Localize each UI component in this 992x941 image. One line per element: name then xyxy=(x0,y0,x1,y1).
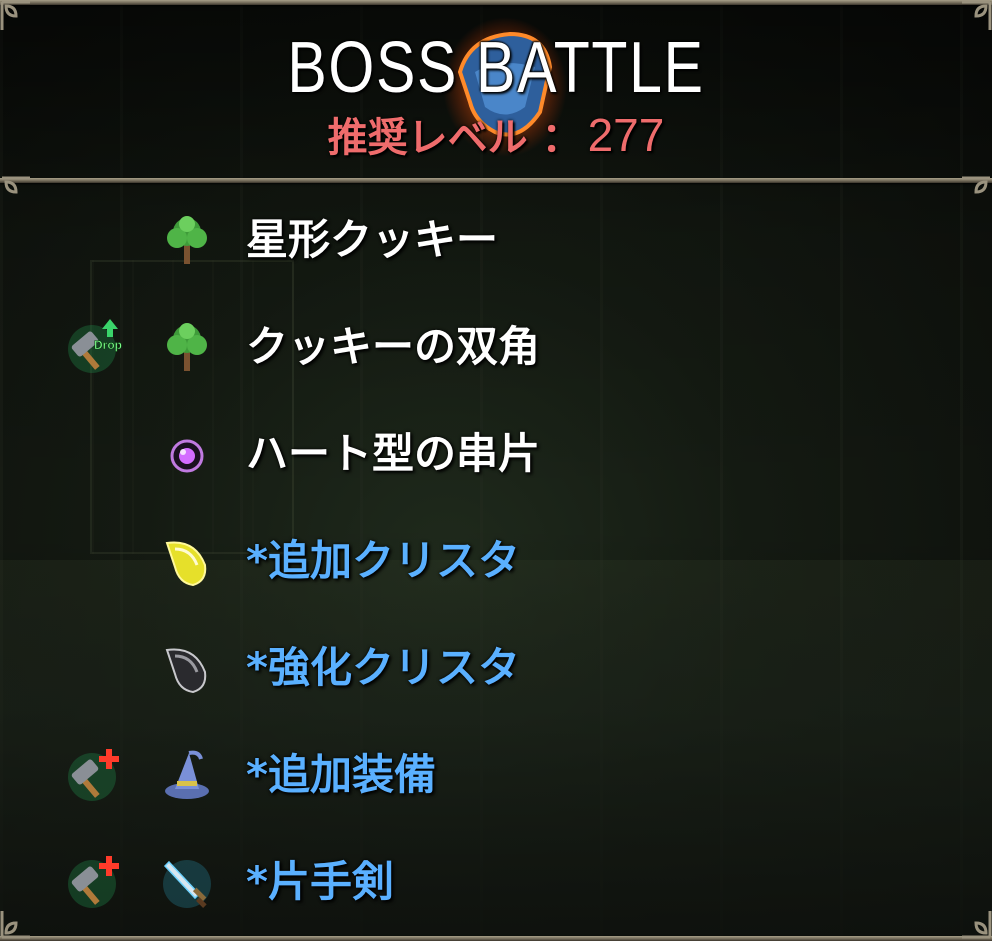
frame-divider xyxy=(0,178,992,183)
gray-crystal-icon xyxy=(155,636,219,700)
drop-item[interactable]: *片手剣 xyxy=(0,832,992,932)
yellow-crystal-icon xyxy=(155,529,219,593)
drop-item[interactable]: *強化クリスタ xyxy=(0,618,992,718)
sword-icon xyxy=(155,850,219,914)
recommended-level: 推奨レベル ： 277 xyxy=(0,112,992,158)
drop-item-name: ハート型の串片 xyxy=(246,429,541,478)
smith-plus-hammer-icon xyxy=(62,850,126,914)
drop-item-name: 星形クッキー xyxy=(246,215,499,264)
purple-orb-icon xyxy=(155,422,219,486)
tree-icon xyxy=(155,315,219,379)
drop-item-name: *追加クリスタ xyxy=(246,536,520,585)
drop-item[interactable]: 星形クッキー xyxy=(0,190,992,290)
drop-item[interactable]: *追加装備 xyxy=(0,725,992,825)
recommended-level-label: 推奨レベル ： xyxy=(327,115,582,161)
smith-plus-hammer-icon xyxy=(62,743,126,807)
drop-item-name: クッキーの双角 xyxy=(246,322,541,371)
tree-icon xyxy=(155,208,219,272)
recommended-level-value: 277 xyxy=(587,109,665,161)
drop-item[interactable]: *追加クリスタ xyxy=(0,511,992,611)
drop-item[interactable]: ハート型の串片 xyxy=(0,404,992,504)
drop-item-name: *片手剣 xyxy=(246,857,394,906)
drop-item-name: *強化クリスタ xyxy=(246,643,520,692)
boss-header: BOSS BATTLE 推奨レベル ： 277 xyxy=(0,0,992,178)
drop-item-name: *追加装備 xyxy=(246,750,436,799)
wizard-hat-icon xyxy=(155,743,219,807)
boss-battle-title: BOSS BATTLE xyxy=(287,28,705,108)
drop-item[interactable]: Drop クッキーの双角 xyxy=(0,297,992,397)
frame-bottom-border xyxy=(0,936,992,941)
drop-up-hammer-icon: Drop xyxy=(62,315,126,379)
svg-text:Drop: Drop xyxy=(94,338,122,352)
